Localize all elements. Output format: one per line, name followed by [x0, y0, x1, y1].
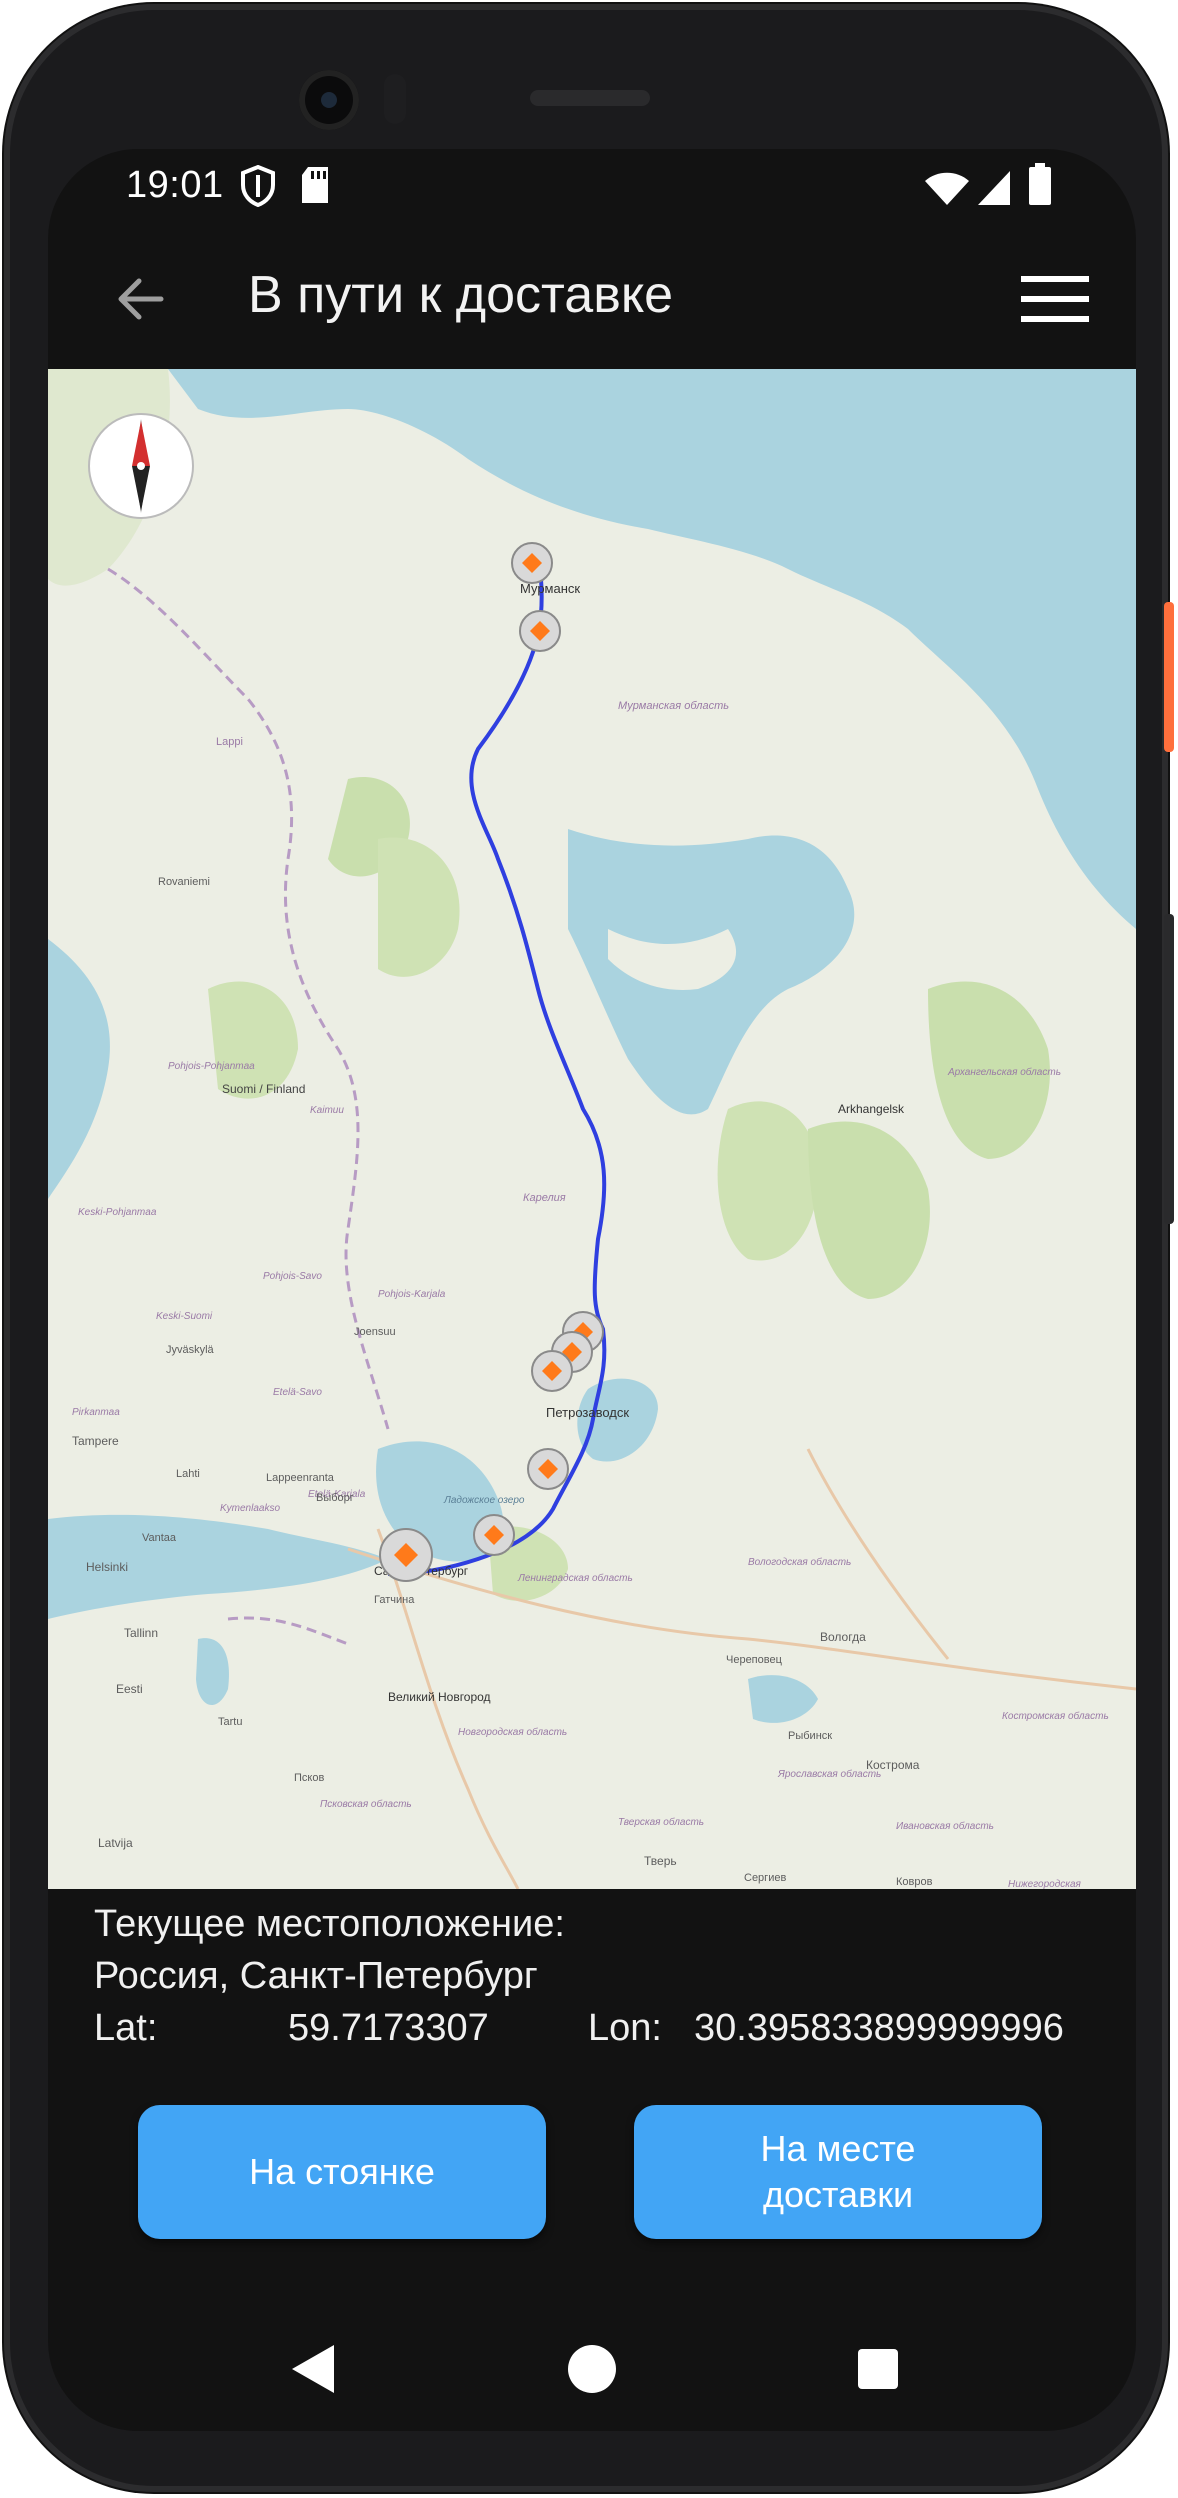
map-label: Pirkanmaa [72, 1407, 120, 1418]
app-bar: В пути к доставке [48, 229, 1136, 369]
status-time: 19:01 [126, 164, 224, 206]
map-canvas: Мурманск Мурманская область Lappi Rovani… [48, 369, 1136, 1889]
map-label: Костромская область [1002, 1710, 1109, 1722]
map-label: Мурманская область [618, 700, 729, 712]
map-label: Etelä-Savo [273, 1387, 322, 1398]
power-button [1164, 602, 1174, 752]
nav-recents-button[interactable] [838, 2329, 918, 2409]
menu-button[interactable] [1010, 259, 1100, 339]
current-location-label: Текущее местоположение: [94, 1903, 565, 1945]
lon-value: 30.395833899999996 [694, 2007, 1064, 2049]
arrow-left-icon [118, 278, 164, 320]
hamburger-menu-icon [1021, 276, 1089, 322]
map-label: Новгородская область [458, 1726, 567, 1738]
compass-icon [88, 413, 194, 519]
map-label: Тверь [644, 1854, 677, 1868]
map-label: Keski-Suomi [156, 1311, 213, 1322]
map-label: Tartu [218, 1716, 242, 1728]
route-marker[interactable] [531, 1350, 573, 1392]
lat-value: 59.7173307 [288, 2007, 489, 2049]
map-label: Jyväskylä [166, 1344, 215, 1356]
cell-signal-icon [976, 169, 1012, 212]
map-label: Eesti [116, 1682, 143, 1696]
map-label: Ладожское озеро [443, 1495, 525, 1506]
battery-icon [1028, 163, 1052, 210]
compass-button[interactable] [86, 411, 196, 521]
route-marker[interactable] [473, 1514, 515, 1556]
route-marker[interactable] [511, 542, 553, 584]
status-bar: 19:01 [48, 149, 1136, 229]
lon-label: Lon: [588, 2007, 662, 2049]
map-label: Lappi [216, 736, 243, 748]
arrived-at-delivery-label: На месте доставки [760, 2128, 916, 2215]
map-label: Vantaa [142, 1532, 177, 1544]
map-label: Tallinn [124, 1626, 158, 1640]
map-label: Вологда [820, 1630, 866, 1644]
map-label: Выборг [316, 1492, 354, 1504]
map-label: Вологодская область [748, 1556, 851, 1568]
map-label: Череповец [726, 1654, 783, 1666]
map-label: Helsinki [86, 1560, 128, 1574]
map-label: Lappeenranta [266, 1472, 335, 1484]
triangle-back-icon [292, 2345, 334, 2393]
system-nav-bar [48, 2309, 1136, 2429]
route-marker[interactable] [527, 1448, 569, 1490]
shield-icon [240, 164, 276, 212]
circle-home-icon [568, 2345, 616, 2393]
map-label: Сергиев [744, 1872, 786, 1884]
map-label: Arkhangelsk [838, 1102, 905, 1116]
map-label: Петрозаводск [546, 1405, 629, 1420]
map-label: Tampere [72, 1434, 119, 1448]
map-label: Rovaniemi [158, 876, 210, 888]
proximity-sensor [384, 74, 406, 124]
map-label: Псков [294, 1772, 324, 1784]
front-camera [299, 70, 359, 130]
map-label: Kaimuu [310, 1105, 344, 1116]
sd-card-icon [300, 165, 330, 210]
wifi-icon [924, 171, 970, 212]
map-label: Pohjois-Savo [263, 1271, 322, 1282]
map-label: Kymenlaakso [220, 1503, 280, 1514]
map-label: Кострома [866, 1758, 920, 1772]
map-label: Ковров [896, 1876, 933, 1888]
map-label: Архангельская область [947, 1066, 1061, 1078]
map-label: Ивановская область [896, 1820, 994, 1832]
route-marker[interactable] [519, 610, 561, 652]
map-label: Нижегородская [1008, 1879, 1082, 1889]
nav-back-button[interactable] [273, 2329, 353, 2409]
map-label: Suomi / Finland [222, 1082, 305, 1096]
back-button[interactable] [100, 259, 180, 339]
nav-home-button[interactable] [552, 2329, 632, 2409]
lat-label: Lat: [94, 2007, 158, 2049]
phone-frame: 19:01 В пути к доставке Мурманск Мурманс… [4, 4, 1174, 2492]
map-label: Joensuu [354, 1326, 396, 1338]
screen: 19:01 В пути к доставке Мурманск Мурманс… [48, 149, 1136, 2431]
map-label: Ленинградская область [517, 1572, 633, 1584]
map-label: Гатчина [374, 1594, 415, 1606]
map-label: Псковская область [320, 1798, 412, 1810]
map-label: Keski-Pohjanmaa [78, 1207, 157, 1218]
current-address: Россия, Санкт-Петербург [94, 1955, 538, 1997]
page-title: В пути к доставке [248, 266, 674, 324]
volume-button [1164, 914, 1174, 1224]
earpiece-speaker [530, 90, 650, 106]
parking-button[interactable]: На стоянке [138, 2105, 546, 2239]
map-label: Pohjois-Pohjanmaa [168, 1061, 255, 1072]
map-label: Тверская область [618, 1816, 704, 1828]
map-label: Рыбинск [788, 1730, 832, 1742]
map-view[interactable]: Мурманск Мурманская область Lappi Rovani… [48, 369, 1136, 1889]
arrived-at-delivery-button[interactable]: На месте доставки [634, 2105, 1042, 2239]
map-label: Latvija [98, 1836, 133, 1850]
map-label: Lahti [176, 1468, 200, 1480]
route-marker[interactable] [379, 1528, 433, 1582]
map-label: Карелия [523, 1192, 566, 1204]
map-label: Великий Новгород [388, 1690, 491, 1704]
map-label: Pohjois-Karjala [378, 1289, 446, 1300]
square-recents-icon [858, 2349, 898, 2389]
